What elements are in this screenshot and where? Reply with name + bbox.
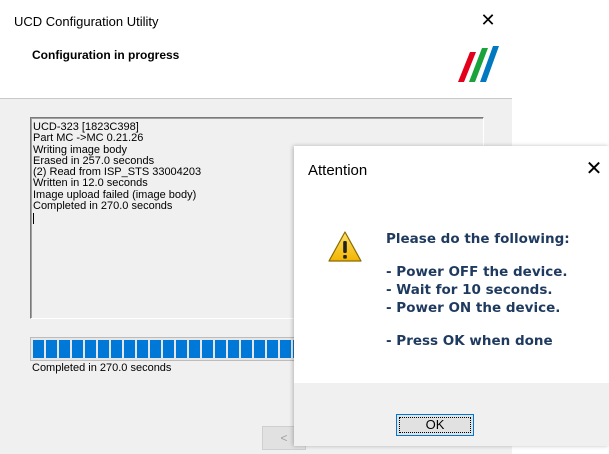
message-heading: Please do the following:: [386, 231, 570, 247]
progress-segment: [189, 340, 200, 358]
progress-segment: [33, 340, 44, 358]
dialog-title: Attention: [308, 162, 368, 179]
header-banner: Configuration in progress: [0, 42, 512, 99]
progress-segment: [202, 340, 213, 358]
page-subtitle: Configuration in progress: [32, 48, 180, 62]
progress-segment: [228, 340, 239, 358]
dialog-message: Please do the following: - Power OFF the…: [386, 230, 570, 350]
progress-segment: [124, 340, 135, 358]
progress-segment: [85, 340, 96, 358]
warning-icon: [328, 231, 362, 262]
progress-segment: [267, 340, 278, 358]
progress-segment: [176, 340, 187, 358]
progress-segment: [98, 340, 109, 358]
progress-segment: [72, 340, 83, 358]
window-title: UCD Configuration Utility: [14, 14, 159, 29]
brand-logo-icon: [458, 46, 499, 82]
progress-segment: [254, 340, 265, 358]
progress-segment: [111, 340, 122, 358]
close-button[interactable]: ✕: [478, 10, 498, 30]
progress-segment: [215, 340, 226, 358]
ok-button[interactable]: OK: [396, 414, 474, 436]
dialog-close-button[interactable]: ✕: [584, 158, 604, 180]
progress-segment: [163, 340, 174, 358]
log-line: Part MC ->MC 0.21.26: [33, 132, 144, 145]
message-step: - Power OFF the device.: [386, 264, 568, 280]
progress-segment: [46, 340, 57, 358]
main-titlebar: UCD Configuration Utility ✕: [0, 0, 512, 42]
attention-dialog: Attention ✕ Please do the following: - P…: [294, 146, 609, 446]
message-step: - Power ON the device.: [386, 300, 561, 316]
text-caret: [33, 213, 34, 225]
progress-segment: [241, 340, 252, 358]
progress-segment: [137, 340, 148, 358]
progress-segment: [150, 340, 161, 358]
progress-segment: [280, 340, 291, 358]
progress-segment: [59, 340, 70, 358]
message-step: - Wait for 10 seconds.: [386, 282, 553, 298]
progress-status-text: Completed in 270.0 seconds: [32, 362, 172, 374]
message-final-step: - Press OK when done: [386, 333, 553, 349]
